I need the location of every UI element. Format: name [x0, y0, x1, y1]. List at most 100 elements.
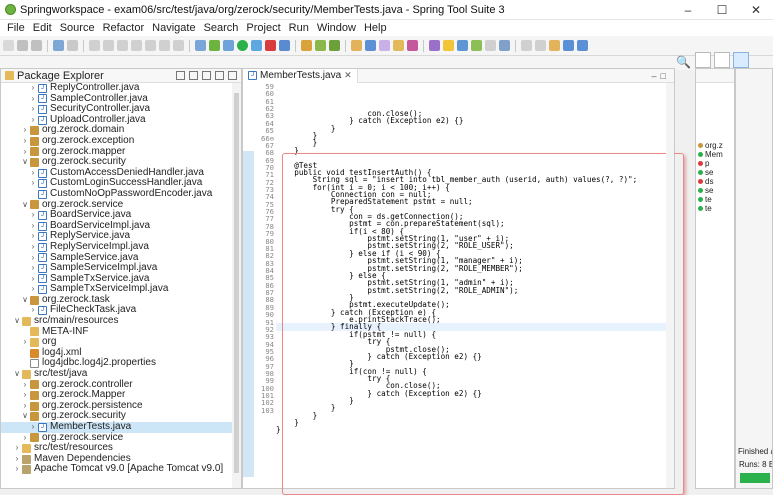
debug-icon[interactable]: [223, 40, 234, 51]
expanded-arrow-icon[interactable]: ∨: [21, 411, 29, 422]
outline-item[interactable]: ds: [698, 177, 734, 186]
search-icon[interactable]: 🔍: [676, 55, 691, 69]
collapsed-arrow-icon[interactable]: ›: [29, 274, 37, 285]
tree-item[interactable]: META-INF: [1, 326, 241, 338]
last-edit-icon[interactable]: [549, 40, 560, 51]
expanded-arrow-icon[interactable]: ∨: [21, 295, 29, 306]
close-button[interactable]: ✕: [739, 0, 773, 20]
collapsed-arrow-icon[interactable]: ›: [29, 242, 37, 253]
save-icon[interactable]: [17, 40, 28, 51]
outline-item[interactable]: te: [698, 204, 734, 213]
spring-perspective-icon[interactable]: [733, 51, 749, 68]
minimize-view-icon[interactable]: [215, 71, 224, 80]
resume-icon[interactable]: [89, 40, 100, 51]
editor-view-controls[interactable]: –□: [652, 71, 674, 81]
quick-access-icon[interactable]: [499, 40, 510, 51]
pilcrow-icon[interactable]: [485, 40, 496, 51]
code-line[interactable]: }: [276, 124, 674, 132]
editor-scrollbar[interactable]: [666, 83, 674, 488]
collapsed-arrow-icon[interactable]: ›: [29, 94, 37, 105]
menu-window[interactable]: Window: [313, 22, 360, 34]
outline-item[interactable]: Mem: [698, 150, 734, 159]
terminate-icon[interactable]: [117, 40, 128, 51]
collapsed-arrow-icon[interactable]: ›: [29, 263, 37, 274]
close-tab-icon[interactable]: ✕: [344, 70, 352, 81]
run-icon[interactable]: [237, 40, 248, 51]
collapsed-arrow-icon[interactable]: ›: [29, 178, 37, 189]
print-icon[interactable]: [67, 40, 78, 51]
code-line[interactable]: } catch (Exception e2) {}: [276, 117, 674, 125]
code-line[interactable]: }: [276, 132, 674, 140]
menu-run[interactable]: Run: [285, 22, 313, 34]
open-type-icon[interactable]: [195, 40, 206, 51]
new-java-project-icon[interactable]: [301, 40, 312, 51]
collapse-all-icon[interactable]: [176, 71, 185, 80]
stop-icon[interactable]: [265, 40, 276, 51]
tree-item[interactable]: › org.zerock.exception: [1, 135, 241, 147]
menu-refactor[interactable]: Refactor: [99, 22, 149, 34]
java-ee-perspective-icon[interactable]: [714, 51, 730, 68]
outline-item[interactable]: te: [698, 195, 734, 204]
new-package-icon[interactable]: [315, 40, 326, 51]
step-into-icon[interactable]: [145, 40, 156, 51]
back-icon[interactable]: [563, 40, 574, 51]
expanded-arrow-icon[interactable]: ∨: [21, 157, 29, 168]
code-line[interactable]: }: [276, 139, 674, 147]
new-class-icon[interactable]: [329, 40, 340, 51]
open-folder-icon[interactable]: [351, 40, 362, 51]
collapsed-arrow-icon[interactable]: ›: [21, 380, 29, 391]
suspend-icon[interactable]: [103, 40, 114, 51]
external-tools-icon[interactable]: [279, 40, 290, 51]
search-toolbar-icon[interactable]: [365, 40, 376, 51]
forward-icon[interactable]: [577, 40, 588, 51]
collapsed-arrow-icon[interactable]: ›: [13, 443, 21, 454]
collapsed-arrow-icon[interactable]: ›: [29, 422, 37, 433]
collapsed-arrow-icon[interactable]: ›: [13, 464, 21, 475]
prev-annotation-icon[interactable]: [535, 40, 546, 51]
collapsed-arrow-icon[interactable]: ›: [21, 401, 29, 412]
collapsed-arrow-icon[interactable]: ›: [29, 221, 37, 232]
outline-item[interactable]: se: [698, 186, 734, 195]
expanded-arrow-icon[interactable]: ∨: [21, 200, 29, 211]
tree-item[interactable]: › org: [1, 337, 241, 348]
mark-occurrences-icon[interactable]: [429, 40, 440, 51]
collapsed-arrow-icon[interactable]: ›: [29, 210, 37, 221]
tree-item[interactable]: › MemberTests.java: [1, 421, 241, 433]
disconnect-icon[interactable]: [131, 40, 142, 51]
expanded-arrow-icon[interactable]: ∨: [13, 369, 21, 380]
collapsed-arrow-icon[interactable]: ›: [29, 284, 37, 295]
minimize-button[interactable]: –: [671, 0, 705, 20]
package-explorer-title[interactable]: Package Explorer: [17, 70, 176, 82]
outline-item[interactable]: se: [698, 168, 734, 177]
next-annotation-icon[interactable]: [521, 40, 532, 51]
view-menu-icon[interactable]: [202, 71, 211, 80]
collapsed-arrow-icon[interactable]: ›: [29, 168, 37, 179]
tree-item[interactable]: CustomNoOpPasswordEncoder.java: [1, 188, 241, 200]
block-selection-icon[interactable]: [457, 40, 468, 51]
collapsed-arrow-icon[interactable]: ›: [21, 125, 29, 136]
menu-help[interactable]: Help: [360, 22, 391, 34]
menu-navigate[interactable]: Navigate: [148, 22, 199, 34]
terminal-icon[interactable]: [53, 40, 64, 51]
link-with-editor-icon[interactable]: [189, 71, 198, 80]
menu-file[interactable]: File: [3, 22, 29, 34]
open-resource-icon[interactable]: [393, 40, 404, 51]
annotation-icon[interactable]: [379, 40, 390, 51]
collapsed-arrow-icon[interactable]: ›: [29, 83, 37, 94]
menu-source[interactable]: Source: [56, 22, 99, 34]
menu-edit[interactable]: Edit: [29, 22, 56, 34]
collapsed-arrow-icon[interactable]: ›: [21, 136, 29, 147]
menu-project[interactable]: Project: [242, 22, 284, 34]
outline-item[interactable]: org.z: [698, 141, 734, 150]
show-whitespace-icon[interactable]: [471, 40, 482, 51]
save-all-icon[interactable]: [31, 40, 42, 51]
package-explorer-scrollbar[interactable]: [232, 83, 241, 488]
tree-item[interactable]: ∨ src/main/resources: [1, 315, 241, 327]
open-perspective-icon[interactable]: [695, 51, 711, 68]
tree-item[interactable]: ›SampleTxServiceImpl.java: [1, 284, 241, 295]
collapsed-arrow-icon[interactable]: ›: [29, 253, 37, 264]
expanded-arrow-icon[interactable]: ∨: [13, 316, 21, 327]
collapsed-arrow-icon[interactable]: ›: [21, 433, 29, 444]
collapsed-arrow-icon[interactable]: ›: [29, 104, 37, 115]
step-return-icon[interactable]: [173, 40, 184, 51]
